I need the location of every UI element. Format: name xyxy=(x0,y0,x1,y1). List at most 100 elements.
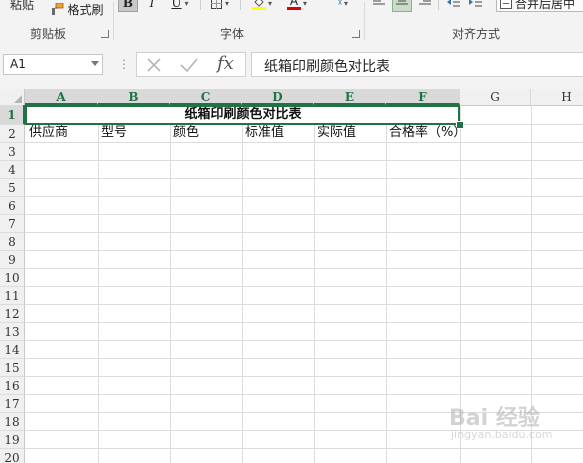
row-header-19[interactable]: 19 xyxy=(0,431,25,449)
align-center-button[interactable] xyxy=(392,0,412,12)
grid-line xyxy=(25,394,583,395)
row-header-4[interactable]: 4 xyxy=(0,161,25,179)
align-center-icon xyxy=(396,0,408,10)
watermark-subtext: jingyan.baidu.com xyxy=(451,428,553,441)
cell-e2[interactable]: 实际值 xyxy=(314,124,386,142)
row-header-17[interactable]: 17 xyxy=(0,395,25,413)
formula-input[interactable]: 纸箱印刷颜色对比表 xyxy=(251,52,583,77)
row-header-16[interactable]: 16 xyxy=(0,377,25,395)
name-box[interactable]: A1 xyxy=(3,54,103,75)
selection-border xyxy=(25,105,460,125)
fill-color-button[interactable]: ▾ xyxy=(248,0,276,12)
chevron-down-icon: ▾ xyxy=(224,0,229,8)
paste-button[interactable]: 粘贴 xyxy=(2,0,42,14)
column-header-g[interactable]: G xyxy=(460,89,531,105)
column-header-e[interactable]: E xyxy=(314,89,386,105)
grid-line xyxy=(25,196,583,197)
row-header-1[interactable]: 1 xyxy=(0,105,25,125)
format-painter-button[interactable]: 格式刷 xyxy=(46,0,108,19)
worksheet-grid: A B C D E F G H 1 2 3 4 5 6 7 8 9 10 11 … xyxy=(0,89,583,463)
cancel-icon[interactable] xyxy=(145,56,163,77)
italic-button[interactable]: I xyxy=(144,0,160,12)
merge-center-button[interactable]: 合并后居中 xyxy=(496,0,583,12)
column-header-c[interactable]: C xyxy=(170,89,242,105)
chevron-down-icon: ▾ xyxy=(344,0,349,8)
column-header-b[interactable]: B xyxy=(98,89,170,105)
grid-line xyxy=(25,268,583,269)
insert-function-icon[interactable]: fx xyxy=(217,53,234,74)
cell-f2[interactable]: 合格率（%） xyxy=(386,124,476,142)
column-header-a[interactable]: A xyxy=(25,89,98,105)
column-header-d[interactable]: D xyxy=(242,89,314,105)
row-header-9[interactable]: 9 xyxy=(0,251,25,269)
grid-line xyxy=(25,178,583,179)
row-header-10[interactable]: 10 xyxy=(0,269,25,287)
grid-line xyxy=(170,105,171,463)
grid-line xyxy=(25,250,583,251)
chevron-down-icon: ▾ xyxy=(302,0,307,8)
clipboard-group-label: 剪贴板 xyxy=(30,27,67,41)
font-launcher-icon[interactable] xyxy=(352,30,360,38)
grid-line xyxy=(25,232,583,233)
grid-line xyxy=(242,105,243,463)
cell-c2[interactable]: 颜色 xyxy=(170,124,242,142)
phonetic-icon: ᵡ xyxy=(337,0,342,10)
row-header-2[interactable]: 2 xyxy=(0,125,25,143)
font-separator xyxy=(200,0,201,10)
grid-line xyxy=(25,286,583,287)
phonetic-button[interactable]: ᵡ ▾ xyxy=(328,0,358,12)
row-header-12[interactable]: 12 xyxy=(0,305,25,323)
align-left-button[interactable] xyxy=(370,0,388,12)
borders-button[interactable]: ▾ xyxy=(206,0,234,12)
grid-line xyxy=(25,214,583,215)
align-right-icon xyxy=(419,0,431,10)
grid-line xyxy=(25,358,583,359)
column-header-f[interactable]: F xyxy=(386,89,460,105)
row-header-18[interactable]: 18 xyxy=(0,413,25,431)
cell-b2[interactable]: 型号 xyxy=(98,124,170,142)
italic-label: I xyxy=(149,0,155,10)
grid-line xyxy=(25,304,583,305)
cell-a2[interactable]: 供应商 xyxy=(26,124,98,142)
row-header-5[interactable]: 5 xyxy=(0,179,25,197)
row-header-3[interactable]: 3 xyxy=(0,143,25,161)
row-header-11[interactable]: 11 xyxy=(0,287,25,305)
row-header-13[interactable]: 13 xyxy=(0,323,25,341)
more-options-icon[interactable]: ⋮ xyxy=(118,57,130,71)
chevron-down-icon: ▾ xyxy=(267,0,272,8)
fill-bucket-icon xyxy=(251,0,266,10)
underline-button[interactable]: U ▾ xyxy=(166,0,194,12)
align-separator xyxy=(438,0,439,10)
decrease-indent-button[interactable] xyxy=(444,0,462,12)
bold-label: B xyxy=(122,0,134,10)
baidu-watermark: Bai 经验 jingyan.baidu.com xyxy=(445,400,575,450)
align-right-button[interactable] xyxy=(416,0,434,12)
clipboard-launcher-icon[interactable] xyxy=(101,30,109,38)
font-color-button[interactable]: A ▾ xyxy=(282,0,312,12)
font-color-icon: A xyxy=(286,0,301,10)
row-header-6[interactable]: 6 xyxy=(0,197,25,215)
row-header-7[interactable]: 7 xyxy=(0,215,25,233)
group-divider xyxy=(364,2,365,40)
grid-line xyxy=(98,105,99,463)
chevron-down-icon: ▾ xyxy=(184,0,189,8)
increase-indent-button[interactable] xyxy=(466,0,484,12)
bold-button[interactable]: B xyxy=(118,0,138,12)
select-all-corner[interactable] xyxy=(0,89,25,105)
grid-line xyxy=(314,105,315,463)
ribbon: 粘贴 格式刷 剪贴板 B I U ▾ ▾ ▾ A ▾ ᵡ ▾ 字体 合并后居中 … xyxy=(0,0,583,45)
row-header-14[interactable]: 14 xyxy=(0,341,25,359)
column-header-h[interactable]: H xyxy=(531,89,583,105)
row-header-20[interactable]: 20 xyxy=(0,449,25,463)
grid-line xyxy=(25,340,583,341)
cell-d2[interactable]: 标准值 xyxy=(242,124,314,142)
alignment-group-label: 对齐方式 xyxy=(452,27,501,41)
row-header-15[interactable]: 15 xyxy=(0,359,25,377)
row-header-8[interactable]: 8 xyxy=(0,233,25,251)
confirm-icon[interactable] xyxy=(179,56,199,77)
formula-bar: A1 ⋮ fx 纸箱印刷颜色对比表 xyxy=(0,44,583,89)
grid-line xyxy=(25,376,583,377)
formula-buttons: fx xyxy=(136,52,246,77)
chevron-down-icon[interactable] xyxy=(91,61,99,66)
align-left-icon xyxy=(373,0,385,10)
